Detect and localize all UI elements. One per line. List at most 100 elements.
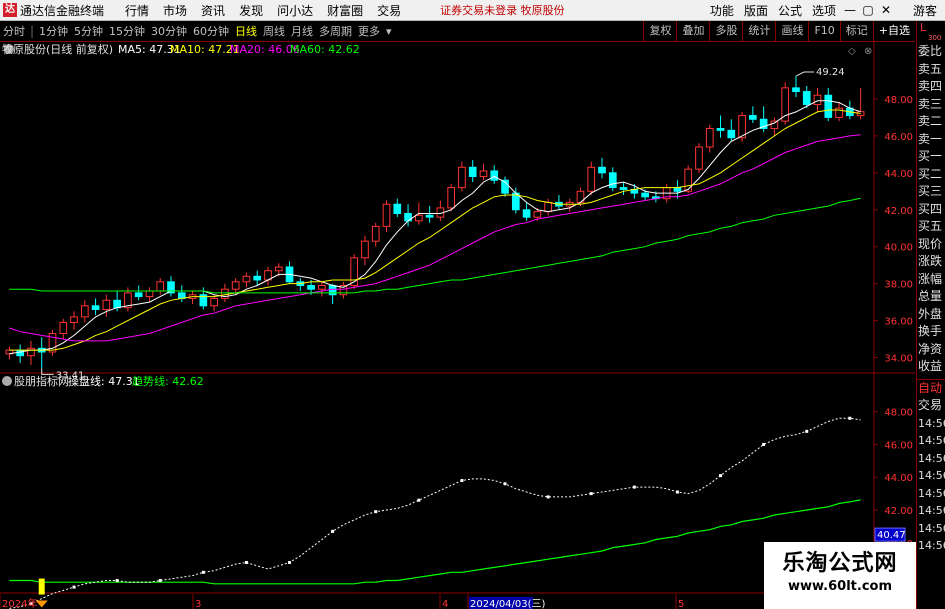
auto-label[interactable]: 自动: [917, 380, 945, 398]
menu-shichang[interactable]: 市场: [156, 2, 194, 19]
candle-body: [619, 187, 628, 190]
menu-gongneng[interactable]: 功能: [705, 2, 739, 19]
quote-item-16: 换手: [918, 324, 943, 338]
candle-23: [253, 270, 262, 286]
candle-43: [468, 159, 477, 183]
trend-line: [9, 499, 861, 585]
candle-35: [382, 200, 391, 232]
level-badge[interactable]: L 300: [917, 21, 945, 43]
candle-body: [371, 225, 380, 242]
main-tick-label-4: 42.00: [884, 206, 913, 217]
huaxian-button[interactable]: 画线: [775, 21, 808, 41]
period-fenshi[interactable]: 分时: [0, 23, 28, 39]
candle-body: [102, 299, 111, 311]
menu-faxian[interactable]: 发现: [232, 2, 270, 19]
candle-51: [555, 194, 563, 210]
candle-36: [393, 198, 402, 218]
candle-body: [253, 275, 262, 281]
diejia-button[interactable]: 叠加: [676, 21, 709, 41]
buy-signal-bar: [38, 578, 45, 595]
ma-legend-3: MA60: 42.62: [290, 43, 360, 56]
candle-57: [619, 182, 628, 195]
menu-zixun[interactable]: 资讯: [194, 2, 232, 19]
candle-body: [318, 284, 326, 290]
period-monthly[interactable]: 月线: [288, 23, 316, 39]
candle-15: [167, 276, 175, 297]
menu-banmian[interactable]: 版面: [739, 2, 773, 19]
period-5min[interactable]: 5分钟: [71, 23, 106, 39]
menu-gongshi[interactable]: 公式: [773, 2, 807, 19]
candle-9: [102, 294, 111, 317]
watermark-url: www.60lt.com: [787, 579, 893, 594]
kline-chart-area[interactable]: 34.00 36.00 38.00 40.00 42.00 44.00 46.00 48.00…: [0, 42, 915, 609]
quote-item-7: 买二: [918, 166, 943, 181]
settings-diamond-icon: ◇: [848, 46, 856, 57]
candle-body: [70, 316, 78, 323]
candle-body: [770, 120, 779, 129]
candle-14: [156, 278, 165, 295]
f10-button[interactable]: F10: [808, 21, 839, 41]
menu-jiaoyi[interactable]: 交易: [370, 2, 408, 19]
trade-label[interactable]: 交易: [917, 397, 945, 415]
candle-body: [802, 91, 811, 105]
sub-legend-0: 操盘线: 47.31: [68, 374, 140, 388]
chevron-down-icon[interactable]: ▾: [383, 25, 395, 38]
quote-item-18: 收益: [918, 359, 943, 373]
maximize-icon[interactable]: ▢: [859, 3, 877, 17]
trade-time-1: 14:56: [918, 434, 945, 447]
app-title: 通达信金融终端: [20, 3, 105, 18]
main-tick-label-3: 40.00: [884, 243, 913, 254]
candle-body: [80, 305, 89, 318]
user-guest[interactable]: 游客: [913, 2, 937, 19]
tongji-button[interactable]: 统计: [742, 21, 775, 41]
quote-item-14: 总量: [918, 289, 943, 303]
operation-point-42: [460, 479, 464, 483]
candle-26: [285, 261, 294, 284]
operation-point-14: [158, 579, 162, 583]
fuquan-button[interactable]: 复权: [643, 21, 676, 41]
candle-44: [479, 163, 488, 181]
quote-item-15: 外盘: [918, 306, 943, 321]
candle-27: [296, 278, 305, 292]
candle-5: [59, 318, 68, 340]
app-logo: 达: [3, 3, 17, 17]
period-multi[interactable]: 多周期: [316, 23, 355, 39]
period-weekly[interactable]: 周线: [260, 23, 288, 39]
period-15min[interactable]: 15分钟: [106, 23, 148, 39]
period-30min[interactable]: 30分钟: [148, 23, 190, 39]
period-1min[interactable]: 1分钟: [36, 23, 71, 39]
cursor-date-label: 2024/04/03(三): [470, 599, 546, 609]
watermark: 乐淘公式网 www.60lt.com: [764, 542, 916, 609]
candle-body: [134, 292, 143, 298]
candle-body: [544, 201, 552, 213]
close-icon[interactable]: ✕: [877, 3, 895, 17]
operation-point-34: [374, 510, 378, 514]
period-60min[interactable]: 60分钟: [190, 23, 232, 39]
candle-body: [458, 166, 466, 189]
operation-point-70: [762, 442, 766, 446]
candle-6: [70, 311, 78, 330]
add-favorite-button[interactable]: +自选: [872, 21, 915, 41]
duogu-button[interactable]: 多股: [709, 21, 742, 41]
biaoji-button[interactable]: 标记: [839, 21, 873, 41]
menu-xuanxiang[interactable]: 选项: [807, 2, 841, 19]
period-more[interactable]: 更多: [355, 23, 383, 39]
main-tick-label-6: 46.00: [884, 132, 913, 143]
candle-46: [501, 176, 509, 197]
ma-line-ma60: [9, 197, 861, 294]
menu-caifuquan[interactable]: 财富圈: [320, 2, 370, 19]
quote-item-8: 买三: [918, 184, 943, 198]
period-toolbar: 分时 | 1分钟 5分钟 15分钟 30分钟 60分钟 日线 周线 月线 多周期 …: [0, 21, 915, 42]
login-notice[interactable]: 证券交易未登录 牧原股份: [440, 2, 565, 18]
operation-point-22: [244, 560, 248, 564]
period-daily[interactable]: 日线: [232, 23, 260, 39]
operation-point-46: [503, 482, 507, 486]
menu-wenxiaoda[interactable]: 问小达: [270, 2, 320, 19]
candle-77: [835, 102, 843, 122]
minimize-icon[interactable]: —: [841, 3, 859, 17]
candle-45: [490, 165, 499, 184]
candle-body: [59, 321, 68, 335]
sub-tick-label-3: 44.00: [884, 473, 913, 484]
candle-body: [414, 214, 423, 222]
menu-hangqing[interactable]: 行情: [118, 2, 156, 19]
